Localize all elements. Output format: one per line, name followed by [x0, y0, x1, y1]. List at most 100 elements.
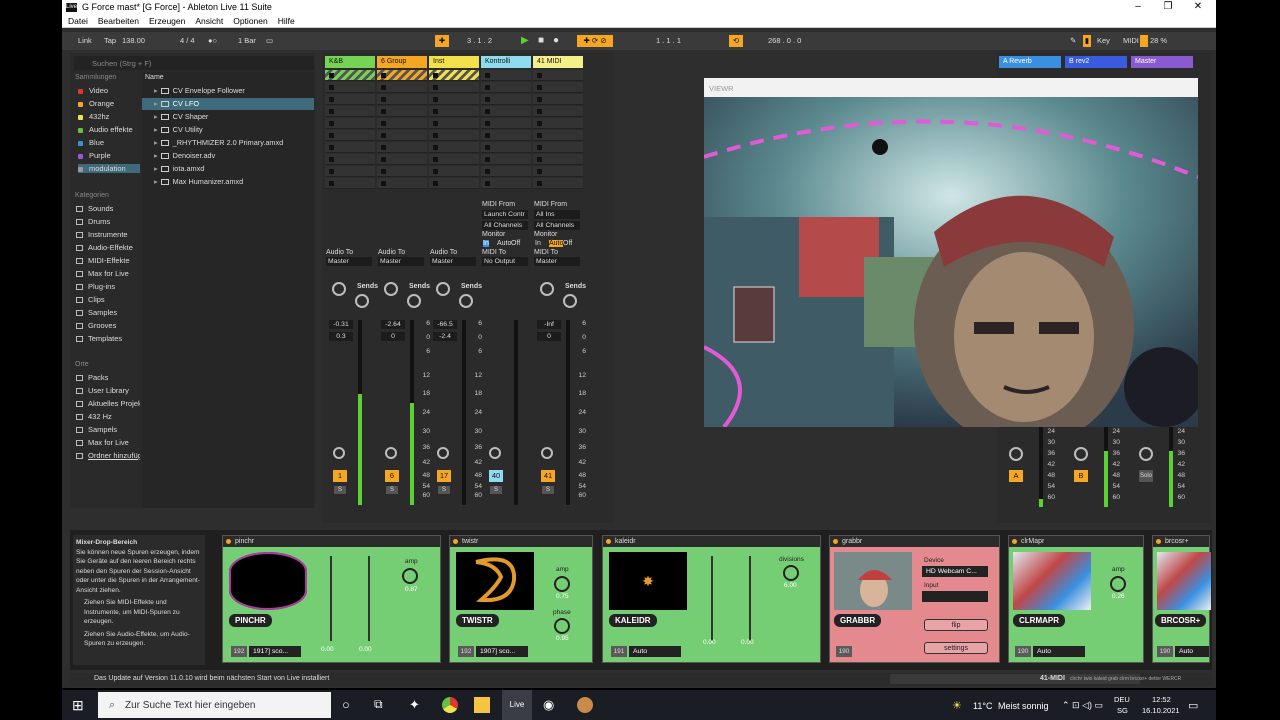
- pan-field[interactable]: 0.3: [329, 332, 353, 341]
- midi-from-select[interactable]: Launch Contr: [482, 210, 528, 219]
- clip-slot[interactable]: [481, 166, 531, 177]
- expand-icon[interactable]: ▸: [154, 99, 158, 108]
- pan-knob[interactable]: [489, 447, 501, 459]
- monitor-option[interactable]: Off: [511, 240, 520, 247]
- clip-slot[interactable]: [533, 70, 583, 81]
- place-item[interactable]: Ordner hinzufügen...: [76, 451, 140, 460]
- category-item[interactable]: Samples: [76, 308, 117, 317]
- place-item[interactable]: Aktuelles Projekt: [76, 399, 140, 408]
- collection-item[interactable]: Blue: [78, 138, 104, 147]
- menu-ansicht[interactable]: Ansicht: [195, 16, 223, 26]
- loop-icon[interactable]: ⟲: [729, 35, 743, 47]
- clip-slot[interactable]: [429, 154, 479, 165]
- menu-bearbeiten[interactable]: Bearbeiten: [98, 16, 139, 26]
- send-b-knob[interactable]: [563, 294, 577, 308]
- device-power-icon[interactable]: [606, 539, 611, 544]
- clip-slot[interactable]: [377, 154, 427, 165]
- collection-item[interactable]: Audio effekte: [78, 125, 133, 134]
- clip-slot[interactable]: [481, 142, 531, 153]
- output-channel-select[interactable]: Master: [378, 257, 424, 266]
- clip-slot[interactable]: [377, 82, 427, 93]
- midi-from-select[interactable]: All Ins: [534, 210, 580, 219]
- solo-button[interactable]: S: [542, 486, 554, 494]
- clip-slot[interactable]: [481, 178, 531, 189]
- collection-item[interactable]: Orange: [78, 99, 114, 108]
- clip-slot[interactable]: [325, 82, 375, 93]
- menu-erzeugen[interactable]: Erzeugen: [149, 16, 185, 26]
- browser-search-input[interactable]: Suchen (Strg + F): [74, 56, 314, 70]
- flip-button[interactable]: flip: [924, 619, 988, 631]
- expand-icon[interactable]: ▸: [154, 125, 158, 134]
- file-item[interactable]: ▸ CV Shaper: [142, 111, 314, 123]
- device-source-select[interactable]: Auto: [1033, 646, 1085, 657]
- metronome-icon[interactable]: ●○: [208, 35, 217, 47]
- weather-temp[interactable]: 11°C: [973, 701, 992, 711]
- clip-slot[interactable]: [481, 130, 531, 141]
- link-button[interactable]: Link: [78, 35, 92, 47]
- device-power-icon[interactable]: [833, 539, 838, 544]
- follow-icon[interactable]: ▭: [266, 35, 278, 47]
- app-icon-1[interactable]: ✦: [409, 697, 425, 713]
- pan-knob[interactable]: [385, 447, 397, 459]
- pan-knob[interactable]: [437, 447, 449, 459]
- place-item[interactable]: Max for Live: [76, 438, 129, 447]
- clip-slot[interactable]: [377, 118, 427, 129]
- send-b-knob[interactable]: [459, 294, 473, 308]
- clip-slot[interactable]: [325, 70, 375, 81]
- volume-field[interactable]: -0.31: [329, 320, 353, 329]
- weather-text[interactable]: Meist sonnig: [998, 701, 1049, 711]
- return-track-header[interactable]: B rev2: [1065, 56, 1127, 68]
- signature-field[interactable]: 4 / 4: [180, 35, 195, 47]
- clip-slot[interactable]: [377, 94, 427, 105]
- expand-icon[interactable]: ▸: [154, 177, 158, 186]
- output-channel-select[interactable]: No Output: [482, 257, 528, 266]
- clip-slot[interactable]: [481, 106, 531, 117]
- expand-icon[interactable]: ▸: [154, 151, 158, 160]
- category-item[interactable]: Audio-Effekte: [76, 243, 133, 252]
- clip-slot[interactable]: [481, 82, 531, 93]
- device-source-select[interactable]: 1917] sco...: [249, 646, 301, 657]
- track-header[interactable]: Kontrolli: [481, 56, 531, 68]
- maximize-button[interactable]: ❐: [1153, 1, 1183, 12]
- clip-slot[interactable]: [325, 154, 375, 165]
- device-power-icon[interactable]: [1156, 539, 1161, 544]
- clip-slot[interactable]: [429, 130, 479, 141]
- clip-slot[interactable]: [377, 70, 427, 81]
- key-map-icon[interactable]: ▮: [1083, 35, 1091, 47]
- return-activator-button[interactable]: A: [1009, 470, 1023, 482]
- clip-slot[interactable]: [325, 130, 375, 141]
- clip-slot[interactable]: [377, 106, 427, 117]
- clip-slot[interactable]: [533, 82, 583, 93]
- collection-item[interactable]: 432hz: [78, 112, 109, 121]
- record-icon[interactable]: ●: [553, 35, 559, 47]
- category-item[interactable]: Sounds: [76, 204, 113, 213]
- tray-icons[interactable]: ⌃ ⊡ ◁) ▭: [1062, 700, 1103, 711]
- send-b-knob[interactable]: [355, 294, 369, 308]
- file-item[interactable]: ▸ CV Utility: [142, 124, 314, 136]
- obs-icon[interactable]: ◉: [543, 697, 559, 713]
- play-icon[interactable]: ▶: [521, 35, 529, 47]
- return-activator-button[interactable]: B: [1074, 470, 1088, 482]
- clip-slot[interactable]: [481, 118, 531, 129]
- clip-slot[interactable]: [429, 178, 479, 189]
- clip-slot[interactable]: [377, 130, 427, 141]
- pan-field[interactable]: 0: [381, 332, 405, 341]
- device-clrmapr[interactable]: clrMapr CLRMAPR amp 0.26 190 Auto: [1008, 535, 1144, 663]
- track-activator-button[interactable]: 17: [437, 470, 451, 482]
- language-indicator[interactable]: DEU: [1114, 695, 1130, 704]
- settings-button[interactable]: settings: [924, 642, 988, 654]
- cortana-icon[interactable]: ○: [342, 697, 358, 713]
- solo-button[interactable]: S: [386, 486, 398, 494]
- notification-icon[interactable]: ▭: [1188, 699, 1198, 712]
- menu-datei[interactable]: Datei: [68, 16, 88, 26]
- clip-slot[interactable]: [533, 166, 583, 177]
- send-a-knob[interactable]: [384, 282, 398, 296]
- clip-slot[interactable]: [533, 118, 583, 129]
- loop-length-field[interactable]: 268 . 0 . 0: [768, 35, 801, 47]
- midi-map-button[interactable]: MIDI: [1123, 35, 1139, 47]
- track-header[interactable]: K&B: [325, 56, 375, 68]
- file-item[interactable]: ▸ Max Humanizer.amxd: [142, 176, 314, 188]
- phase-knob[interactable]: [554, 618, 570, 634]
- clip-slot[interactable]: [481, 94, 531, 105]
- pan-knob[interactable]: [541, 447, 553, 459]
